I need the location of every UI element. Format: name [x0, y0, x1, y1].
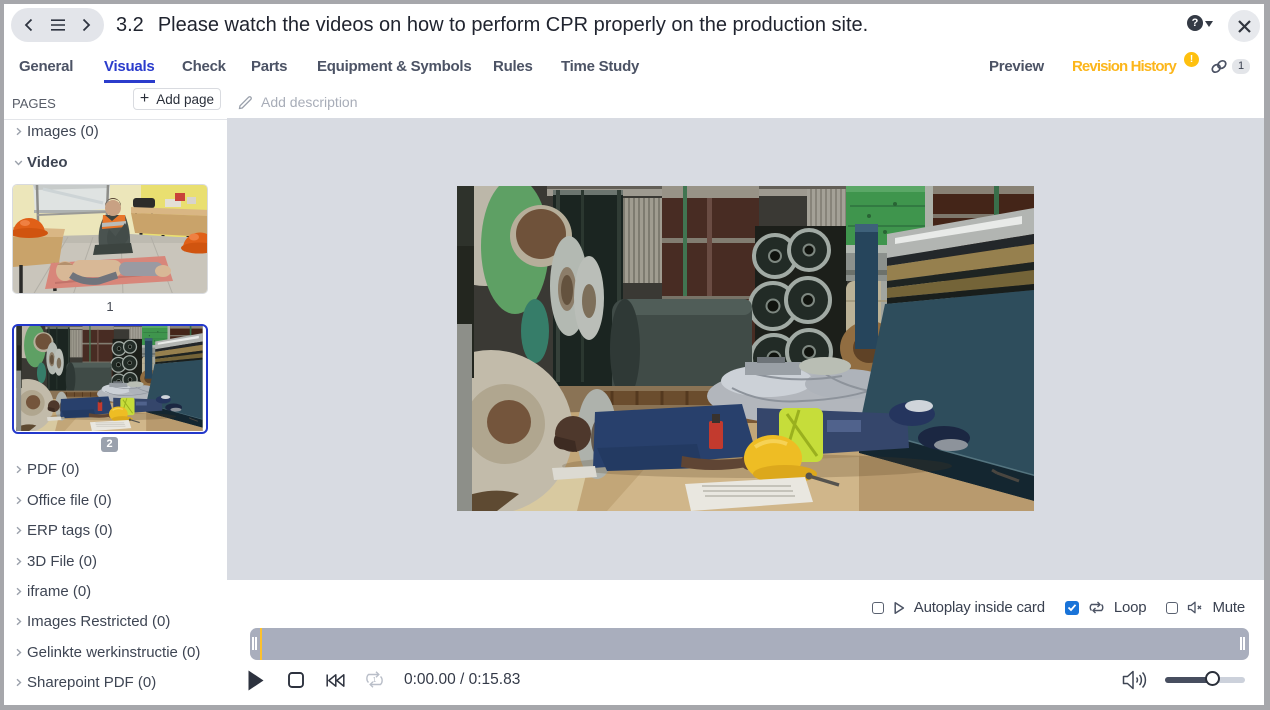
svg-text:1: 1: [373, 677, 377, 684]
